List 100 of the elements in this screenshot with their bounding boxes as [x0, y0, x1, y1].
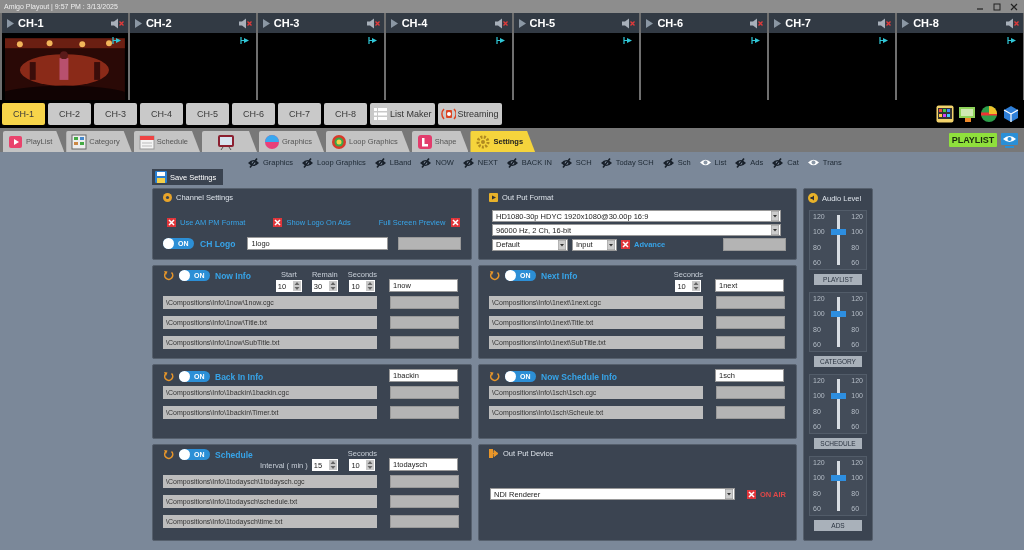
tv-grid-icon[interactable]	[936, 105, 954, 123]
output-icon[interactable]	[111, 36, 121, 45]
hidden-eye-icon[interactable]	[461, 157, 475, 168]
output-icon[interactable]	[751, 36, 761, 45]
output-icon[interactable]	[623, 36, 633, 45]
eye-icon[interactable]	[1001, 132, 1018, 148]
cube-icon[interactable]	[1002, 105, 1020, 123]
channel-label: CH-2	[145, 17, 172, 29]
sphere-icon	[264, 133, 280, 150]
play-icon[interactable]	[645, 17, 655, 29]
play-icon	[8, 133, 24, 150]
channel-button[interactable]: CH-2	[48, 103, 91, 125]
broadcast-icon	[440, 106, 456, 122]
output-icon[interactable]	[1007, 36, 1016, 45]
refresh-icon	[489, 270, 500, 281]
logo-label: CH Logo	[200, 238, 236, 249]
grid-icon	[71, 133, 88, 150]
refresh-icon	[163, 371, 174, 382]
dropdown-caret-icon	[725, 489, 733, 499]
channel-button[interactable]: CH-1	[2, 103, 45, 125]
muted-speaker-icon[interactable]	[877, 17, 892, 29]
tab[interactable]	[202, 131, 257, 152]
speaker-icon	[808, 193, 818, 203]
eye-icon[interactable]	[806, 158, 820, 167]
stepper-arrows-icon	[292, 281, 301, 291]
channel-button[interactable]: CH-3	[94, 103, 137, 125]
slider-thumb[interactable]	[830, 392, 846, 399]
hidden-eye-icon[interactable]	[301, 157, 314, 168]
dropdown-caret-icon	[558, 239, 566, 250]
refresh-icon	[163, 449, 174, 460]
output-icon[interactable]	[367, 36, 377, 45]
slider-thumb[interactable]	[830, 474, 846, 481]
channel-label: CH-7	[785, 17, 811, 29]
stepper-arrows-icon	[328, 460, 337, 470]
stepper-arrows-icon	[692, 281, 701, 291]
eye-icon[interactable]	[698, 158, 712, 167]
channel-label: CH-6	[657, 17, 684, 29]
muted-speaker-icon[interactable]	[109, 17, 124, 29]
list-maker-button[interactable]: List Maker	[370, 103, 435, 125]
hidden-eye-icon[interactable]	[419, 157, 433, 168]
tv-icon	[217, 132, 235, 151]
channel-label: CH-5	[529, 17, 556, 29]
channel-button[interactable]: CH-7	[278, 103, 321, 125]
muted-speaker-icon[interactable]	[1005, 17, 1019, 29]
hidden-eye-icon[interactable]	[599, 157, 613, 168]
dropdown-caret-icon	[771, 225, 779, 235]
output-icon[interactable]	[495, 36, 505, 45]
checkbox[interactable]	[747, 489, 756, 499]
channel-label: CH-1	[18, 17, 44, 29]
output-icon[interactable]	[239, 36, 249, 45]
play-icon[interactable]	[517, 17, 527, 29]
output-arrow-icon	[489, 449, 499, 458]
channel-label: CH-4	[401, 17, 428, 29]
checkbox[interactable]	[451, 218, 461, 227]
play-icon[interactable]	[261, 17, 271, 29]
hidden-eye-icon[interactable]	[247, 157, 260, 168]
hidden-eye-icon[interactable]	[373, 157, 387, 168]
muted-speaker-icon[interactable]	[621, 17, 636, 29]
checkbox[interactable]	[621, 240, 630, 249]
channel-button[interactable]: CH-6	[232, 103, 275, 125]
streaming-button[interactable]: Streaming	[437, 103, 502, 125]
play-icon[interactable]	[773, 17, 783, 29]
stepper-arrows-icon	[366, 460, 375, 470]
muted-speaker-icon[interactable]	[237, 17, 252, 29]
channel-button[interactable]: CH-5	[186, 103, 229, 125]
shape-icon	[416, 133, 433, 150]
muted-speaker-icon[interactable]	[749, 17, 764, 29]
section-title: Now Info	[215, 270, 251, 281]
calendar-icon	[138, 133, 155, 150]
hidden-eye-icon[interactable]	[505, 157, 519, 168]
play-icon[interactable]	[901, 17, 911, 29]
muted-speaker-icon[interactable]	[365, 17, 380, 29]
hidden-eye-icon[interactable]	[734, 157, 748, 168]
play-icon[interactable]	[133, 17, 143, 29]
slider-thumb[interactable]	[830, 310, 846, 317]
section-title: Schedule	[215, 449, 253, 460]
video-icon	[489, 193, 498, 202]
output-icon[interactable]	[879, 36, 889, 45]
muted-speaker-icon[interactable]	[493, 17, 508, 29]
play-icon[interactable]	[389, 17, 399, 29]
checkbox[interactable]	[167, 218, 176, 227]
refresh-icon	[163, 270, 174, 281]
hidden-eye-icon[interactable]	[559, 157, 573, 168]
list-icon	[373, 106, 388, 122]
hidden-eye-icon[interactable]	[771, 157, 785, 168]
stepper-arrows-icon	[366, 281, 375, 291]
close-icon[interactable]	[1010, 2, 1018, 11]
playlist-button[interactable]: PLAYLIST	[949, 133, 997, 147]
maximize-icon[interactable]	[993, 2, 1001, 11]
channel-label: CH-8	[913, 17, 939, 29]
hidden-eye-icon[interactable]	[661, 157, 675, 168]
channel-button[interactable]: CH-4	[140, 103, 183, 125]
channel-label: CH-3	[273, 17, 300, 29]
section-title: Now Schedule Info	[541, 371, 618, 382]
channel-button[interactable]: CH-8	[324, 103, 367, 125]
slider-thumb[interactable]	[830, 228, 846, 235]
floppy-icon	[155, 171, 167, 183]
monitor-icon[interactable]	[958, 105, 976, 123]
checkbox[interactable]	[273, 218, 283, 227]
play-icon[interactable]	[6, 17, 15, 29]
